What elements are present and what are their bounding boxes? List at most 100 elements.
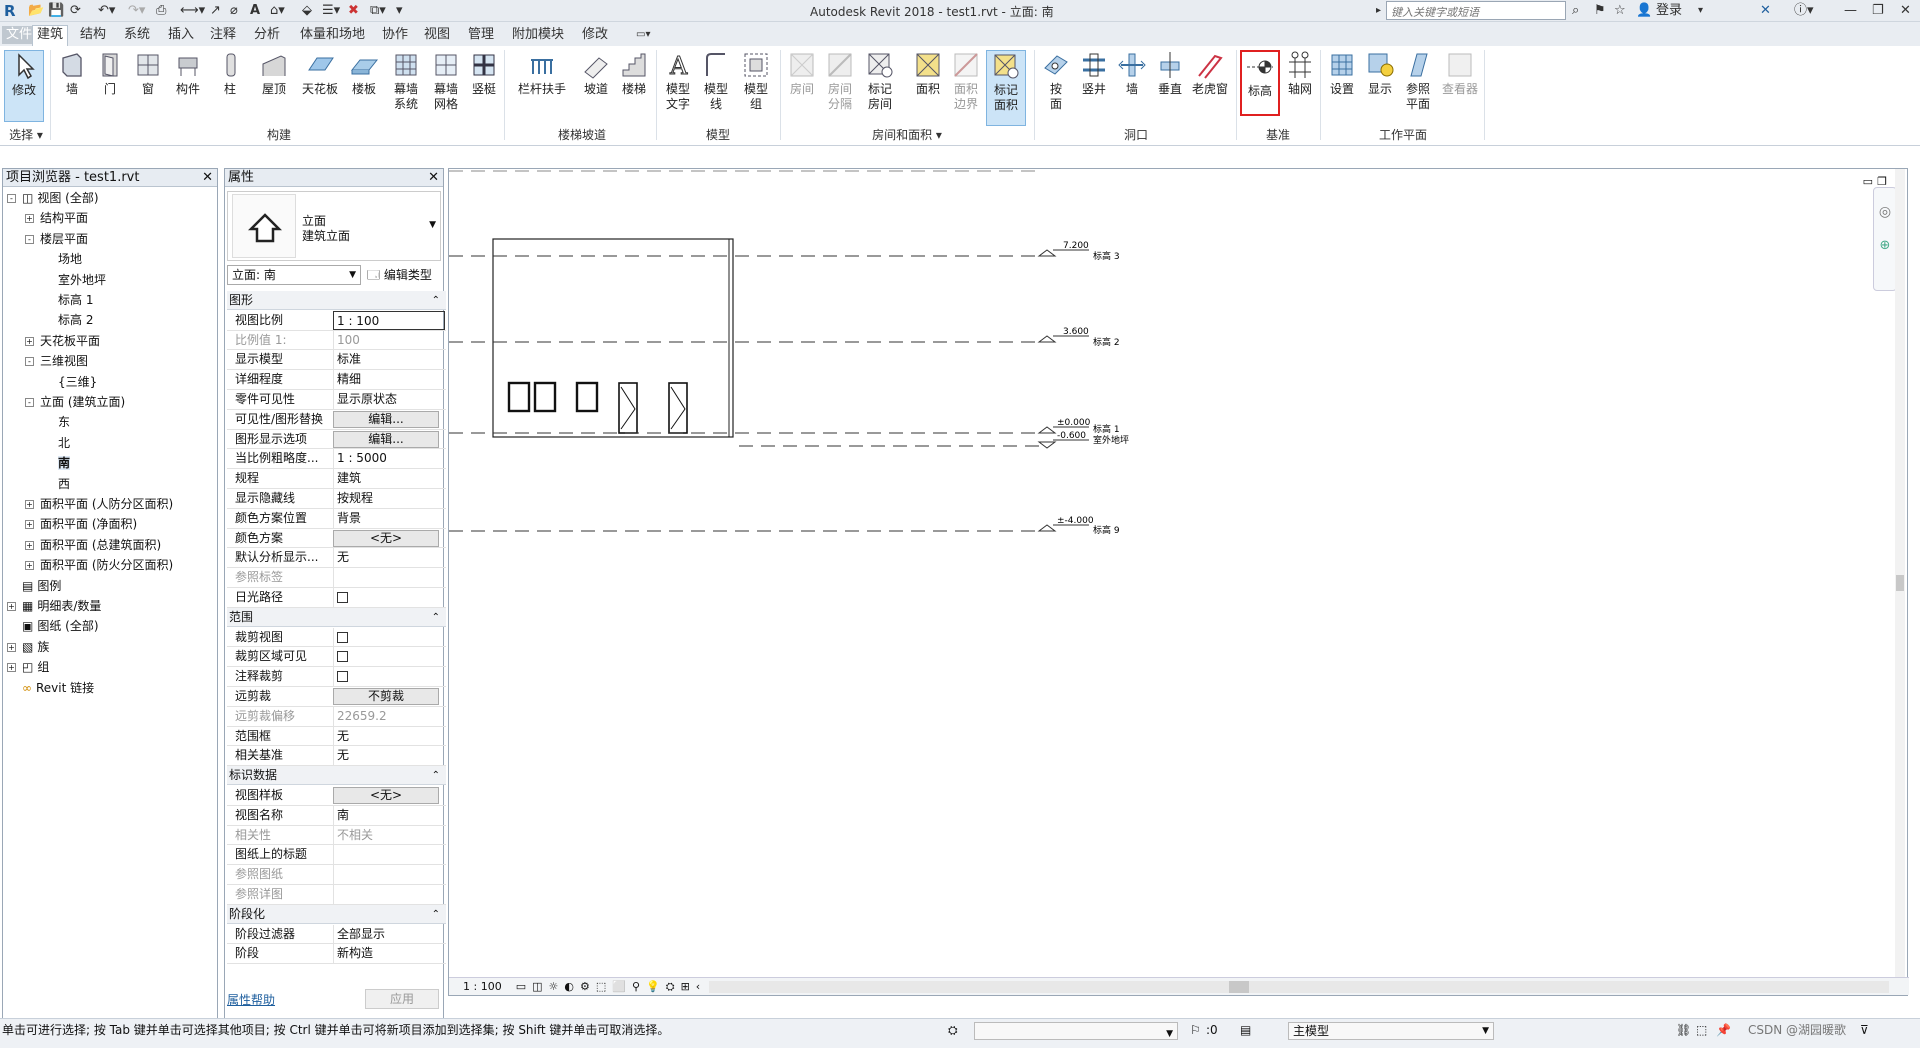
- tree-item[interactable]: 南: [43, 454, 71, 473]
- horizontal-scroll-thumb[interactable]: [1229, 981, 1249, 993]
- tab-modify[interactable]: 修改: [578, 26, 612, 44]
- curtain-system-button[interactable]: 幕墙 系统: [388, 50, 424, 112]
- property-edit-button[interactable]: 不剪裁: [333, 688, 439, 705]
- text-icon[interactable]: A: [250, 2, 260, 20]
- tree-item[interactable]: 场地: [43, 250, 82, 269]
- ceiling-button[interactable]: 天花板: [300, 50, 340, 97]
- property-group-header[interactable]: 图形 ⌃: [227, 291, 446, 310]
- ref-plane-button[interactable]: 参照 平面: [1400, 50, 1436, 112]
- area-boundary-button[interactable]: 面积 边界: [950, 50, 982, 112]
- login-label[interactable]: 登录: [1656, 2, 1682, 20]
- collapse-chevron-icon[interactable]: ⌃: [432, 608, 440, 627]
- set-workplane-button[interactable]: 设置: [1326, 50, 1358, 97]
- property-value[interactable]: 无: [333, 726, 445, 746]
- property-checkbox[interactable]: [337, 631, 348, 643]
- ramp-button[interactable]: 坡道: [580, 50, 612, 97]
- analysis-icon[interactable]: ⊞: [681, 980, 690, 993]
- tag-room-button[interactable]: 标记 房间: [864, 50, 896, 112]
- undo-icon[interactable]: ↶▾: [98, 2, 115, 20]
- property-value[interactable]: 背景: [333, 508, 445, 528]
- close-hidden-icon[interactable]: ✖: [348, 2, 359, 20]
- vertical-opening-button[interactable]: 垂直: [1154, 50, 1186, 97]
- property-value[interactable]: 精细: [333, 370, 445, 390]
- switch-windows-icon[interactable]: ⧉▾: [370, 2, 386, 20]
- property-group-header[interactable]: 范围 ⌃: [227, 607, 446, 627]
- tab-file[interactable]: 文件: [2, 26, 37, 44]
- print-icon[interactable]: ⎙: [156, 2, 166, 20]
- railing-button[interactable]: 栏杆扶手: [514, 50, 570, 97]
- editable-only-icon[interactable]: ⚐: [1190, 1019, 1201, 1041]
- redo-icon[interactable]: ↷▾: [128, 2, 145, 20]
- save-icon[interactable]: 💾: [48, 2, 64, 20]
- sun-path-icon[interactable]: ☼: [549, 980, 559, 993]
- tree-item[interactable]: ∞ Revit 链接: [7, 679, 94, 698]
- property-value[interactable]: 南: [333, 805, 445, 825]
- property-value[interactable]: 1 : 5000: [333, 449, 445, 469]
- tree-item[interactable]: + ▦ 明细表/数量: [7, 597, 101, 616]
- restore-icon[interactable]: ❐: [1872, 2, 1884, 20]
- area-button[interactable]: 面积: [912, 50, 944, 97]
- collapse-icon[interactable]: -: [25, 398, 34, 407]
- tree-item[interactable]: + 天花板平面: [25, 332, 100, 351]
- thin-lines-icon[interactable]: ☰▾: [322, 2, 340, 20]
- shadows-icon[interactable]: ◐: [564, 980, 574, 993]
- property-group-header[interactable]: 阶段化 ⌃: [227, 904, 446, 924]
- crop-region-icon[interactable]: ⬜: [612, 980, 626, 993]
- property-checkbox[interactable]: [337, 671, 348, 683]
- mullion-button[interactable]: 竖梃: [468, 50, 500, 97]
- viewer-button[interactable]: 查看器: [1440, 50, 1480, 97]
- tree-item[interactable]: - 三维视图: [25, 352, 88, 371]
- property-value[interactable]: 标准: [333, 350, 445, 370]
- search-input[interactable]: 键入关键字或短语: [1386, 1, 1566, 20]
- floor-button[interactable]: 楼板: [346, 50, 382, 97]
- property-value[interactable]: 无: [333, 548, 445, 568]
- tab-manage[interactable]: 管理: [464, 26, 498, 44]
- tab-analyze[interactable]: 分析: [250, 26, 284, 44]
- view-scale-input[interactable]: 1 : 100: [333, 310, 445, 330]
- property-value[interactable]: 新构造: [333, 944, 445, 964]
- tag-icon[interactable]: ⌀: [230, 2, 238, 20]
- property-checkbox[interactable]: [337, 592, 348, 603]
- dimension-icon[interactable]: ↗: [210, 2, 221, 20]
- tree-item[interactable]: ▣ 图纸 (全部): [7, 617, 99, 636]
- shaft-button[interactable]: 竖井: [1078, 50, 1110, 97]
- component-button[interactable]: 构件: [170, 50, 206, 97]
- search-expand-icon[interactable]: ▸: [1376, 2, 1381, 20]
- wall-opening-button[interactable]: 墙: [1116, 50, 1148, 97]
- detail-level-icon[interactable]: ▭: [516, 980, 526, 993]
- close-icon[interactable]: ✕: [428, 169, 439, 187]
- column-button[interactable]: 柱: [216, 50, 244, 97]
- expand-icon[interactable]: +: [25, 540, 34, 550]
- stair-button[interactable]: 楼梯: [618, 50, 650, 97]
- wall-button[interactable]: 墙: [56, 50, 88, 97]
- design-options-icon[interactable]: ▤: [1240, 1019, 1251, 1041]
- property-value[interactable]: 建筑: [333, 469, 445, 489]
- drawing-canvas[interactable]: 7.200 标高 3 3.600 标高 2 ±0.000 标高 1 -0.600…: [448, 168, 1909, 996]
- tree-item[interactable]: - 立面 (建筑立面): [25, 393, 125, 412]
- measure-icon[interactable]: ⟷▾: [180, 2, 205, 20]
- sync-icon[interactable]: ⟳: [70, 2, 81, 20]
- tab-systems[interactable]: 系统: [120, 26, 154, 44]
- select-links-icon[interactable]: ⛓: [1676, 1019, 1691, 1041]
- expand-icon[interactable]: +: [25, 500, 34, 509]
- property-value[interactable]: 显示原状态: [333, 390, 445, 409]
- collapse-chevron-icon[interactable]: ⌃: [432, 766, 440, 785]
- expand-icon[interactable]: +: [25, 214, 34, 224]
- vertical-scroll-thumb[interactable]: [1896, 575, 1904, 591]
- tree-item[interactable]: + 面积平面 (净面积): [25, 515, 137, 534]
- property-group-header[interactable]: 标识数据 ⌃: [227, 766, 446, 786]
- by-face-button[interactable]: 按 面: [1040, 50, 1072, 112]
- close-icon[interactable]: ✕: [202, 169, 213, 187]
- customize-qa-icon[interactable]: ▾: [396, 2, 403, 20]
- collapse-icon[interactable]: -: [25, 234, 34, 244]
- expand-icon[interactable]: +: [25, 336, 34, 346]
- tab-massing[interactable]: 体量和场地: [296, 26, 369, 44]
- tree-item[interactable]: 标高 2: [43, 311, 93, 330]
- tree-item[interactable]: - ◫ 视图 (全部): [7, 189, 99, 208]
- room-separator-button[interactable]: 房间 分隔: [824, 50, 856, 112]
- modify-button[interactable]: 修改: [4, 50, 44, 122]
- render-icon[interactable]: ⚙: [580, 980, 590, 993]
- tab-structure[interactable]: 结构: [76, 26, 110, 44]
- tab-insert[interactable]: 插入: [164, 26, 198, 44]
- 3d-view-icon[interactable]: ⌂▾: [270, 2, 285, 20]
